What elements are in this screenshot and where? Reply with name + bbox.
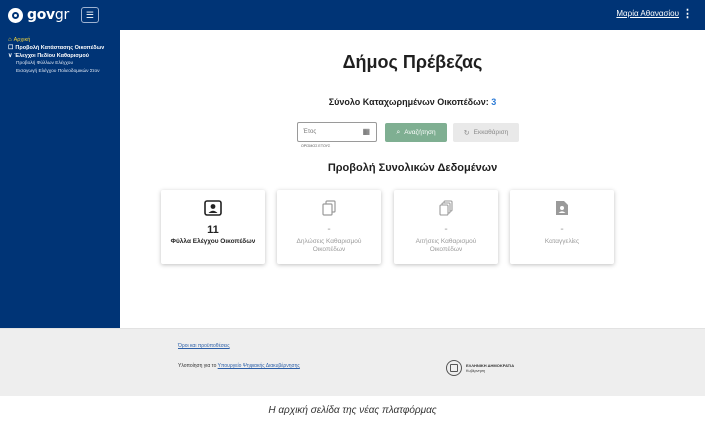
card-value: -	[560, 224, 564, 235]
card-complaints[interactable]: - Καταγγελίες	[510, 190, 614, 264]
main-content: Δήμος Πρέβεζας Σύνολο Καταχωρημένων Οικο…	[120, 30, 705, 328]
logo-emblem-icon	[8, 7, 23, 23]
footer: Όροι και προϋποθέσεις Υλοποίηση για το Υ…	[0, 328, 705, 396]
home-icon: ⌂	[8, 37, 12, 43]
card-label: Αιτήσεις Καθαρισμού Οικοπέδων	[415, 238, 477, 253]
card-label: Φύλλα Ελέγχου Οικοπέδων	[170, 238, 256, 245]
chevron-down-icon: ∨	[8, 53, 13, 59]
implementation-text: Υλοποίηση για το	[178, 363, 218, 369]
card-value: 11	[207, 224, 219, 236]
card-clearing-declarations[interactable]: - Δηλώσεις Καθαρισμού Οικοπέδων	[277, 190, 381, 264]
app-root: govgr ☰ Μαρία Αθανασίου ⋮ ⌂ Αρχική ☐ Προ…	[0, 0, 705, 422]
logo-suffix: gr	[54, 7, 69, 23]
section-title: Προβολή Συνολικών Δεδομένων	[327, 162, 498, 174]
sidebar: ⌂ Αρχική ☐ Προβολή Κατάστασης Οικοπέδων …	[0, 30, 120, 328]
person-file-icon	[510, 200, 614, 216]
card-value: -	[327, 224, 331, 235]
card-inspection-sheets[interactable]: 11 Φύλλα Ελέγχου Οικοπέδων	[161, 190, 265, 264]
search-button[interactable]: ⌕ Αναζήτηση	[385, 123, 447, 142]
sidebar-item-field-checks[interactable]: ∨ Έλεγχοι Πεδίου Καθαρισμού	[0, 52, 120, 60]
sidebar-subitem-view-sheets[interactable]: Προβολή Φύλλων Ελέγχου	[0, 60, 120, 68]
top-bar: govgr ☰ Μαρία Αθανασίου ⋮	[0, 0, 705, 30]
figure-caption: Η αρχική σελίδα της νέας πλατφόρμας	[268, 405, 437, 416]
year-helper-text: ΟΡΙΣΜΟΣ ΕΤΟΥΣ	[301, 144, 331, 148]
sidebar-subitem-insert-check[interactable]: Εισαγωγή Ελέγχου Πολεοδομικών Στον	[0, 68, 120, 76]
total-plots: Σύνολο Καταχωρημένων Οικοπέδων: 3	[120, 97, 705, 107]
sidebar-item-plot-status[interactable]: ☐ Προβολή Κατάστασης Οικοπέδων	[0, 44, 120, 52]
card-label: Δηλώσεις Καθαρισμού Οικοπέδων	[296, 238, 362, 253]
ministry-link[interactable]: Υπουργείο Ψηφιακής Διακυβέρνησης	[218, 363, 300, 369]
total-plots-value: 3	[491, 97, 497, 107]
more-options-icon[interactable]: ⋮	[682, 8, 693, 20]
total-plots-label: Σύνολο Καταχωρημένων Οικοπέδων:	[328, 97, 492, 107]
stack-doc-icon	[394, 200, 498, 216]
sidebar-item-label: Προβολή Κατάστασης Οικοπέδων	[15, 45, 105, 51]
logo-text: gov	[27, 7, 55, 23]
clear-button[interactable]: ↻ Εκκαθάριση	[453, 123, 519, 142]
terms-link[interactable]: Όροι και προϋποθέσεις	[178, 343, 230, 349]
sidebar-item-label: Αρχική	[13, 37, 31, 43]
person-doc-icon	[161, 200, 265, 216]
gov-logo-line2: Κυβέρνηση	[466, 368, 486, 373]
calendar-icon[interactable]: ▦	[362, 127, 370, 136]
document-icon: ☐	[8, 45, 14, 51]
govgr-logo[interactable]: govgr	[8, 7, 69, 23]
sidebar-item-label: Έλεγχοι Πεδίου Καθαρισμού	[14, 53, 89, 59]
copy-doc-icon	[277, 200, 381, 216]
card-value: -	[444, 224, 448, 235]
year-input[interactable]: Έτος ▦	[297, 122, 377, 142]
clear-button-label: Εκκαθάριση	[473, 129, 509, 136]
government-seal-icon	[446, 360, 462, 376]
search-button-label: Αναζήτηση	[404, 129, 436, 136]
gov-logo-line1: ΕΛΛΗΝΙΚΗ ΔΗΜΟΚΡΑΤΙΑ	[466, 362, 515, 368]
year-placeholder: Έτος	[303, 129, 317, 135]
hellenic-republic-logo: ΕΛΛΗΝΙΚΗ ΔΗΜΟΚΡΑΤΙΑ Κυβέρνηση	[446, 360, 514, 376]
implementation-note: Υλοποίηση για το Υπουργείο Ψηφιακής Διακ…	[178, 363, 300, 369]
card-label: Καταγγελίες	[544, 238, 580, 245]
search-icon: ⌕	[396, 128, 401, 136]
sidebar-item-home[interactable]: ⌂ Αρχική	[0, 36, 120, 44]
page-title: Δήμος Πρέβεζας	[342, 52, 483, 72]
user-name-link[interactable]: Μαρία Αθανασίου	[616, 9, 679, 18]
refresh-icon: ↻	[463, 129, 470, 137]
card-clearing-applications[interactable]: - Αιτήσεις Καθαρισμού Οικοπέδων	[394, 190, 498, 264]
menu-toggle-button[interactable]: ☰	[80, 7, 99, 23]
